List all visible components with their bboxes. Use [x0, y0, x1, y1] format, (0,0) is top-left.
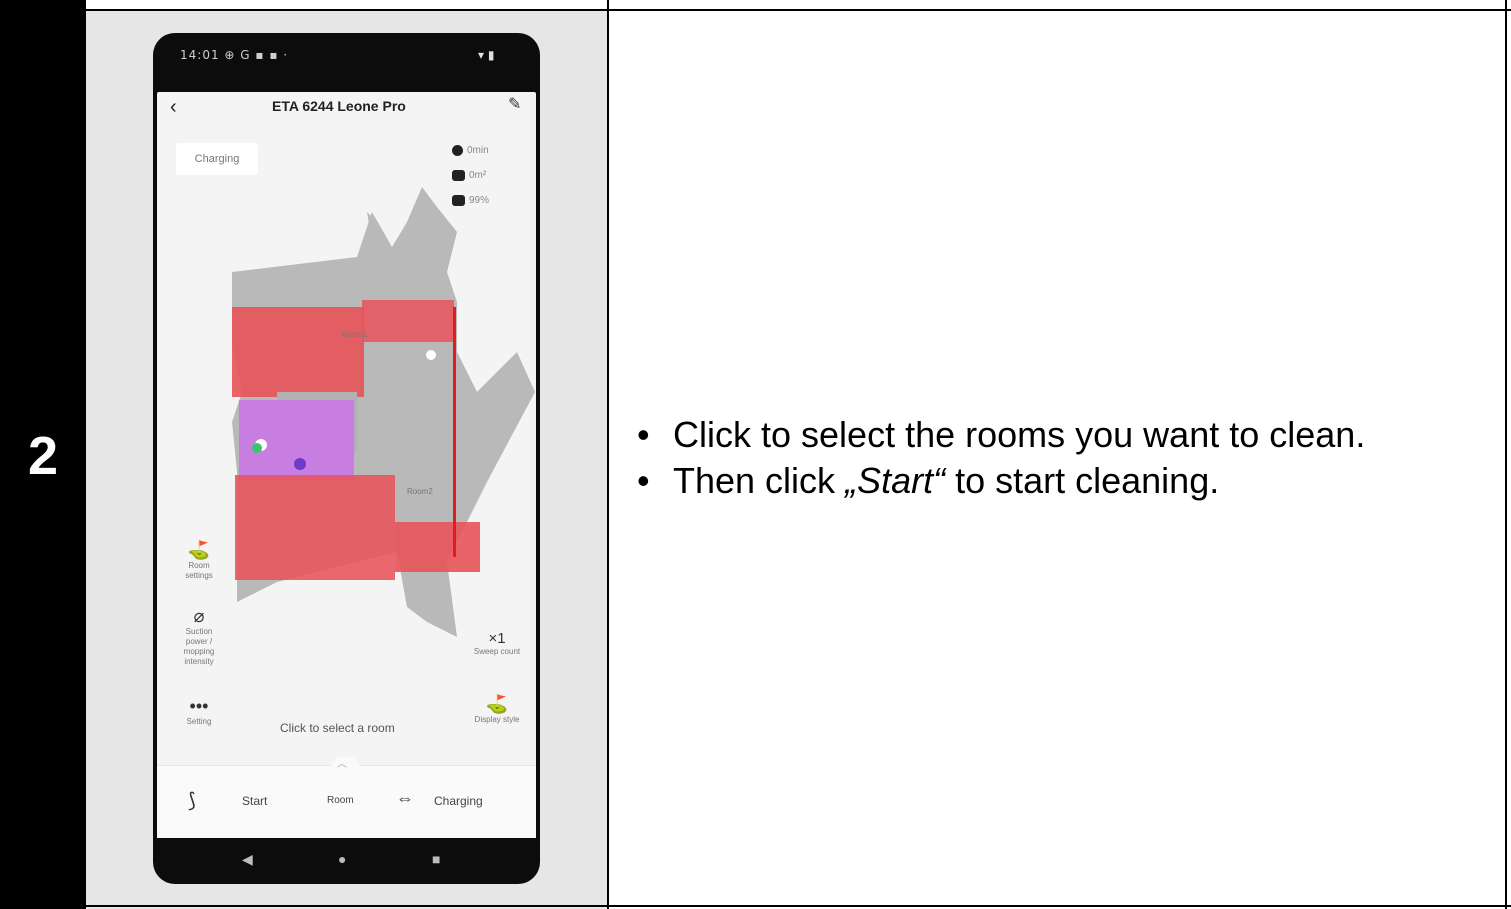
instruction-2: • Then click „Start“ to start cleaning. — [637, 458, 1365, 504]
bullet-icon: • — [637, 460, 650, 501]
table-bottom-border — [86, 905, 1511, 907]
chevron-up-icon: ︿ — [337, 759, 347, 770]
select-room-hint: Click to select a room — [280, 721, 395, 735]
charging-button[interactable]: Charging — [434, 794, 483, 808]
room-settings-icon: ⛳ — [187, 540, 211, 560]
stat-area-value: 0m² — [469, 170, 487, 182]
nav-recents-icon[interactable]: ■ — [432, 851, 440, 867]
dock-icon: ⇔ — [396, 788, 414, 808]
instruction-2-start-term: „Start“ — [845, 460, 946, 501]
display-style-icon: ⛳ — [485, 694, 509, 714]
table-right-border — [1505, 0, 1507, 909]
robot-marker — [252, 443, 262, 453]
stat-time-value: 0min — [467, 145, 489, 157]
stat-battery: 99% — [452, 195, 489, 206]
room-settings-label: Room settings — [185, 561, 213, 580]
battery-icon — [452, 195, 465, 206]
room-label-b: Room2 — [407, 487, 433, 496]
times-one-icon: ×1 — [488, 630, 506, 647]
clock-icon — [452, 145, 463, 156]
start-button[interactable]: Start — [242, 794, 267, 808]
status-bar: 14:01 ⊕ G ▪ ▪ · — [180, 48, 288, 62]
sweep-count-label: Sweep count — [473, 647, 521, 656]
column-divider — [607, 0, 609, 909]
instruction-1: • Click to select the rooms you want to c… — [637, 412, 1365, 458]
stat-time: 0min — [452, 145, 489, 156]
suction-power-label: Suction power / mopping intensity — [183, 627, 215, 666]
nav-back-icon[interactable]: ◀ — [242, 851, 253, 868]
edit-icon[interactable]: ✎ — [508, 94, 521, 114]
start-icon: ⟆ — [188, 790, 196, 812]
stat-area: 0m² — [452, 170, 486, 181]
step-cell-top — [0, 0, 86, 10]
step-number: 2 — [27, 426, 59, 486]
device-title: ETA 6244 Leone Pro — [272, 98, 406, 114]
area-icon — [452, 170, 465, 181]
table-top-border — [86, 9, 1511, 11]
more-icon: ••• — [189, 696, 209, 716]
room-label-a: Room1 — [342, 330, 368, 339]
display-style-button[interactable]: ⛳ Display style — [472, 694, 522, 725]
instructions: • Click to select the rooms you want to c… — [637, 412, 1365, 504]
room-badge — [294, 458, 306, 470]
back-icon[interactable]: ‹ — [170, 96, 177, 119]
room-settings-button[interactable]: ⛳ Room settings — [176, 540, 222, 581]
instruction-1-text: Click to select the rooms you want to cl… — [673, 414, 1366, 455]
map-point — [426, 350, 436, 360]
setting-label: Setting — [186, 717, 212, 726]
stat-battery-value: 99% — [469, 195, 490, 207]
nav-home-icon[interactable]: ● — [338, 851, 346, 867]
display-style-label: Display style — [474, 715, 520, 724]
suction-power-button[interactable]: ⌀ Suction power / mopping intensity — [174, 606, 224, 667]
status-time: 14:01 — [180, 48, 220, 62]
virtual-wall — [453, 307, 456, 557]
sweep-count-button[interactable]: ×1 Sweep count — [472, 630, 522, 657]
leaf-icon: ⌀ — [193, 606, 205, 626]
room-button[interactable]: Room — [327, 795, 354, 806]
instruction-2-prefix: Then click — [673, 460, 846, 501]
bullet-icon: • — [637, 414, 650, 455]
state-chip: Charging — [176, 143, 258, 175]
status-icons: ⊕ G ▪ ▪ · — [224, 48, 289, 62]
wifi-battery-icon: ▾ ▮ — [478, 48, 495, 62]
setting-button[interactable]: ••• Setting — [176, 696, 222, 727]
instruction-2-suffix: to start cleaning. — [945, 460, 1220, 501]
